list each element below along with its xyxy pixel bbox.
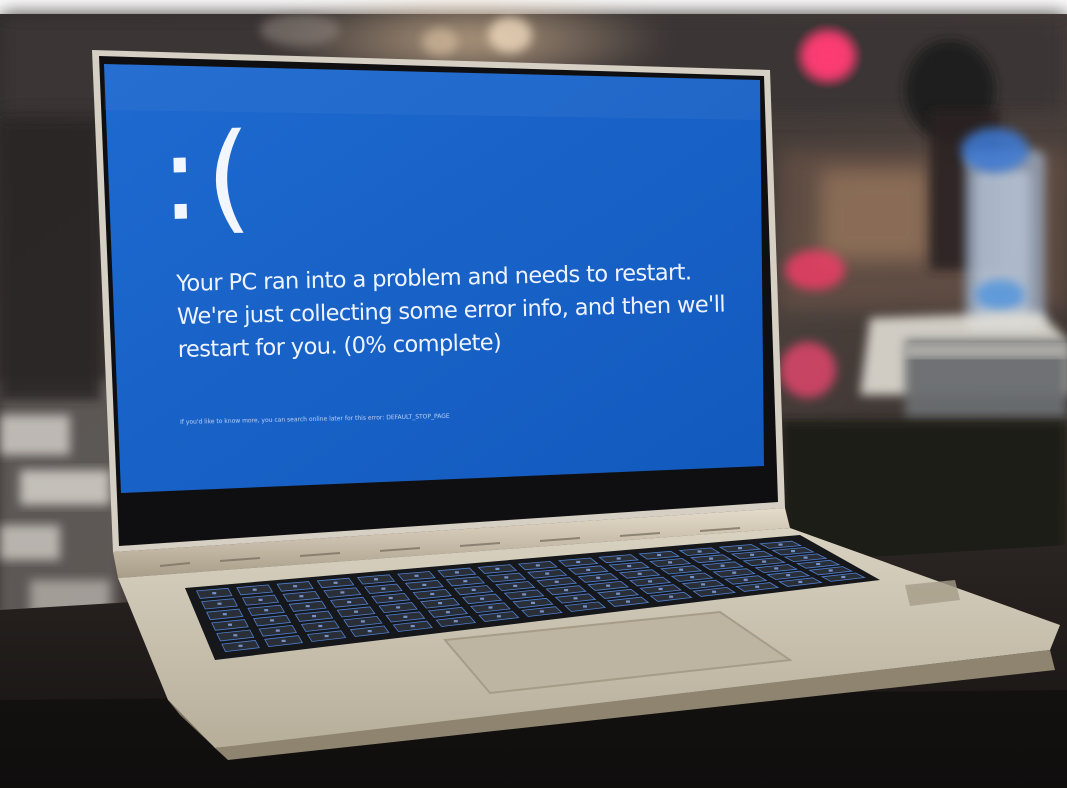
- key-glyph: [668, 561, 673, 564]
- key-glyph: [347, 601, 352, 604]
- key-glyph: [496, 615, 501, 618]
- key-glyph: [275, 629, 280, 632]
- key-glyph: [697, 550, 702, 553]
- key-glyph: [453, 620, 458, 623]
- key-glyph: [803, 556, 808, 559]
- key-glyph: [403, 615, 408, 618]
- key-glyph: [712, 590, 717, 593]
- key-glyph: [238, 644, 243, 647]
- key-glyph: [816, 562, 821, 566]
- key-glyph: [701, 583, 706, 586]
- key-glyph: [539, 610, 544, 613]
- key-glyph: [679, 568, 684, 571]
- key-glyph: [786, 574, 791, 577]
- key-glyph: [445, 611, 450, 614]
- key-glyph: [270, 619, 274, 622]
- key-glyph: [798, 580, 803, 583]
- bsod-screen: [104, 64, 764, 493]
- key-glyph: [743, 578, 748, 581]
- key-glyph: [495, 567, 500, 570]
- key-glyph: [709, 557, 714, 560]
- key-glyph: [264, 609, 269, 612]
- key-glyph: [616, 557, 621, 560]
- key-glyph: [422, 583, 427, 586]
- key-glyph: [463, 580, 468, 583]
- key-glyph: [564, 589, 569, 592]
- key-glyph: [545, 572, 550, 575]
- key-glyph: [360, 620, 365, 623]
- key-glyph: [374, 578, 378, 581]
- key-glyph: [340, 591, 345, 594]
- key-glyph: [732, 571, 737, 574]
- key-glyph: [828, 569, 833, 572]
- key-glyph: [627, 565, 632, 568]
- key-glyph: [738, 547, 742, 550]
- photo-scene: [0, 0, 1067, 788]
- key-glyph: [471, 588, 476, 591]
- key-glyph: [637, 572, 642, 575]
- key-glyph: [454, 571, 459, 574]
- key-glyph: [531, 601, 535, 604]
- key-glyph: [583, 605, 587, 608]
- key-glyph: [281, 639, 286, 642]
- key-glyph: [233, 634, 238, 637]
- key-glyph: [480, 597, 485, 600]
- key-glyph: [720, 564, 725, 567]
- key-glyph: [354, 610, 358, 613]
- key-glyph: [367, 630, 372, 633]
- key-glyph: [318, 624, 323, 628]
- key-glyph: [228, 623, 232, 626]
- key-glyph: [774, 567, 779, 570]
- key-glyph: [324, 634, 329, 638]
- key-glyph: [626, 600, 630, 603]
- key-glyph: [312, 615, 316, 618]
- key-glyph: [252, 588, 257, 591]
- key-glyph: [554, 580, 559, 583]
- key-glyph: [305, 605, 310, 608]
- key-glyph: [762, 560, 767, 563]
- key-glyph: [522, 593, 527, 596]
- key-glyph: [658, 587, 663, 591]
- key-glyph: [596, 576, 601, 579]
- key-glyph: [438, 602, 443, 605]
- key-glyph: [299, 595, 304, 598]
- key-glyph: [388, 596, 393, 600]
- key-glyph: [212, 592, 217, 595]
- key-glyph: [606, 584, 611, 587]
- key-glyph: [586, 568, 591, 571]
- key-glyph: [513, 584, 518, 587]
- key-glyph: [690, 576, 695, 579]
- key-glyph: [755, 585, 760, 588]
- key-glyph: [414, 574, 419, 577]
- key-glyph: [504, 576, 509, 579]
- key-glyph: [381, 587, 386, 590]
- scene-graphic: [0, 0, 1067, 788]
- key-glyph: [333, 581, 338, 584]
- key-glyph: [396, 606, 401, 609]
- key-glyph: [217, 602, 222, 605]
- key-glyph: [535, 564, 540, 567]
- key-glyph: [430, 592, 435, 596]
- key-glyph: [657, 553, 662, 557]
- key-glyph: [258, 598, 263, 601]
- key-glyph: [648, 580, 653, 583]
- key-glyph: [293, 585, 298, 588]
- key-glyph: [791, 550, 795, 553]
- key-glyph: [576, 560, 581, 564]
- key-glyph: [778, 543, 783, 546]
- key-glyph: [222, 613, 227, 616]
- key-glyph: [488, 606, 493, 609]
- key-glyph: [669, 595, 674, 598]
- key-glyph: [573, 597, 578, 600]
- key-glyph: [616, 592, 621, 595]
- key-glyph: [841, 575, 846, 579]
- key-glyph: [410, 625, 415, 628]
- key-glyph: [750, 553, 755, 556]
